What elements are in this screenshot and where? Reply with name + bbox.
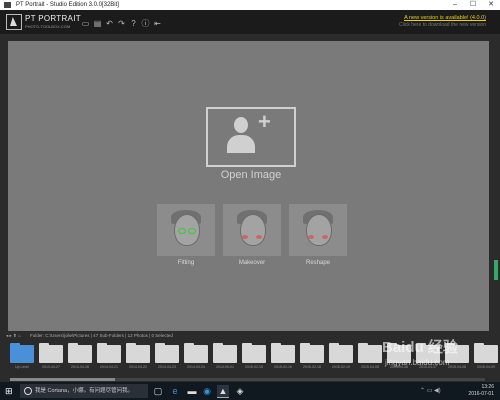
folder-info-text: Folder: C:\Users\jolie\Pictures | 47 Sub… — [30, 333, 173, 338]
folder-icon[interactable] — [329, 343, 353, 363]
folder-icon[interactable] — [300, 343, 324, 363]
add-user-icon: + — [206, 107, 296, 167]
help-icon[interactable]: ? — [129, 19, 138, 28]
folder-caption: 2014-05-01 — [216, 365, 234, 369]
minimize-button[interactable]: – — [446, 0, 464, 10]
workspace: + Open Image Fitting Makeover Reshape — [8, 41, 489, 331]
folder-icon[interactable] — [39, 343, 63, 363]
app-icon — [4, 2, 11, 8]
scrollbar-thumb[interactable] — [10, 378, 115, 381]
folder-caption: 2013-04-27 — [42, 365, 60, 369]
folder-caption: 2015-02-18 — [303, 365, 321, 369]
close-button[interactable]: ✕ — [482, 0, 500, 10]
up-level-folder-icon[interactable] — [10, 343, 34, 363]
window-titlebar: PT Portrait - Studio Edition 3.0.0[32Bit… — [0, 0, 500, 10]
folder-icon[interactable] — [213, 343, 237, 363]
logo-site: PHOTO-TOOLBOX.COM — [25, 24, 71, 29]
face-reshape-icon — [306, 214, 332, 246]
folder-caption: 2015-02-19 — [332, 365, 350, 369]
open-image-button[interactable]: + Open Image — [206, 107, 296, 185]
window-title: PT Portrait - Studio Edition 3.0.0[32Bit… — [16, 2, 119, 8]
folder-icon[interactable] — [97, 343, 121, 363]
logo-mark-icon — [6, 14, 22, 30]
filmstrip-nav-icons[interactable]: ◂ ▸ ⬆ ⌂ — [6, 331, 21, 341]
folder-caption: Up Level — [15, 365, 29, 369]
clock-date: 2016-07-01 — [468, 391, 494, 397]
update-link[interactable]: A new version is available! (4.0.0) — [404, 15, 486, 21]
fitting-label: Fitting — [177, 260, 195, 266]
reshape-tile[interactable] — [289, 204, 347, 256]
cortana-search-box[interactable]: 我是 Cortana，小娜。有问题尽管问我。 — [20, 384, 148, 398]
cortana-icon — [24, 387, 32, 395]
exit-icon[interactable]: ⇤ — [153, 19, 162, 28]
folder-icon[interactable] — [358, 343, 382, 363]
folder-icon[interactable] — [68, 343, 92, 363]
filmstrip-scrollbar[interactable] — [10, 378, 485, 381]
folder-icon[interactable] — [474, 343, 498, 363]
makeover-tile[interactable] — [223, 204, 281, 256]
folder-caption: 2013-04-28 — [71, 365, 89, 369]
folder-caption: 2015-04-05 — [361, 365, 379, 369]
face-makeover-icon — [240, 214, 266, 246]
folder-caption: 2015-04-09 — [477, 365, 495, 369]
baidu-watermark: Baidu 经验 — [382, 339, 458, 356]
folder-caption: 2015-02-16 — [274, 365, 292, 369]
logo-brand: PT PORTRAIT — [25, 14, 81, 23]
folder-icon[interactable] — [242, 343, 266, 363]
pt-portrait-taskbar-icon[interactable]: ▲ — [217, 385, 229, 398]
makeover-label: Makeover — [238, 260, 266, 266]
windows-start-icon[interactable]: ⊞ — [5, 386, 15, 396]
file-explorer-icon[interactable]: ▬ — [186, 385, 198, 397]
folder-icon[interactable] — [271, 343, 295, 363]
ie-browser-icon[interactable]: ◉ — [201, 385, 213, 397]
folder-caption: 2014-04-24 — [187, 365, 205, 369]
save-icon[interactable]: ▤ — [93, 19, 102, 28]
app-taskbar-icon[interactable]: ◈ — [234, 385, 246, 397]
app-header: PT PORTRAIT PHOTO-TOOLBOX.COM ▭ ▤ ↶ ↷ ? … — [0, 10, 500, 34]
update-subtext[interactable]: Click here to download the new version — [399, 22, 486, 28]
folder-caption: 2014-04-22 — [129, 365, 147, 369]
clock-time: 13:26 — [481, 384, 494, 390]
open-image-label: Open Image — [220, 169, 282, 181]
fitting-tile[interactable] — [157, 204, 215, 256]
redo-icon[interactable]: ↷ — [117, 19, 126, 28]
folder-open-icon[interactable]: ▭ — [81, 19, 90, 28]
cortana-placeholder: 我是 Cortana，小娜。有问题尽管问我。 — [35, 388, 134, 394]
folder-icon[interactable] — [155, 343, 179, 363]
folder-caption: 2014-04-23 — [158, 365, 176, 369]
edge-browser-icon[interactable]: e — [169, 385, 181, 397]
folder-icon[interactable] — [184, 343, 208, 363]
reshape-label: Reshape — [305, 260, 331, 266]
folder-icon[interactable] — [126, 343, 150, 363]
baidu-watermark-url: jingyan.baidu.com — [385, 358, 450, 367]
folder-caption: 2014-04-21 — [100, 365, 118, 369]
side-indicator — [494, 260, 498, 280]
system-clock[interactable]: 13:26 2016-07-01 — [468, 384, 494, 398]
maximize-button[interactable]: ☐ — [464, 0, 482, 10]
undo-icon[interactable]: ↶ — [105, 19, 114, 28]
tray-icons[interactable]: ⌃ ▭ ◀) — [420, 387, 441, 394]
info-icon[interactable]: ⓘ — [141, 19, 150, 28]
folder-caption: 2015-02-15 — [245, 365, 263, 369]
task-view-icon[interactable]: ▢ — [152, 385, 164, 397]
windows-taskbar: ⊞ 我是 Cortana，小娜。有问题尽管问我。 ▢ e ▬ ◉ ▲ ◈ ⌃ ▭… — [0, 382, 500, 400]
